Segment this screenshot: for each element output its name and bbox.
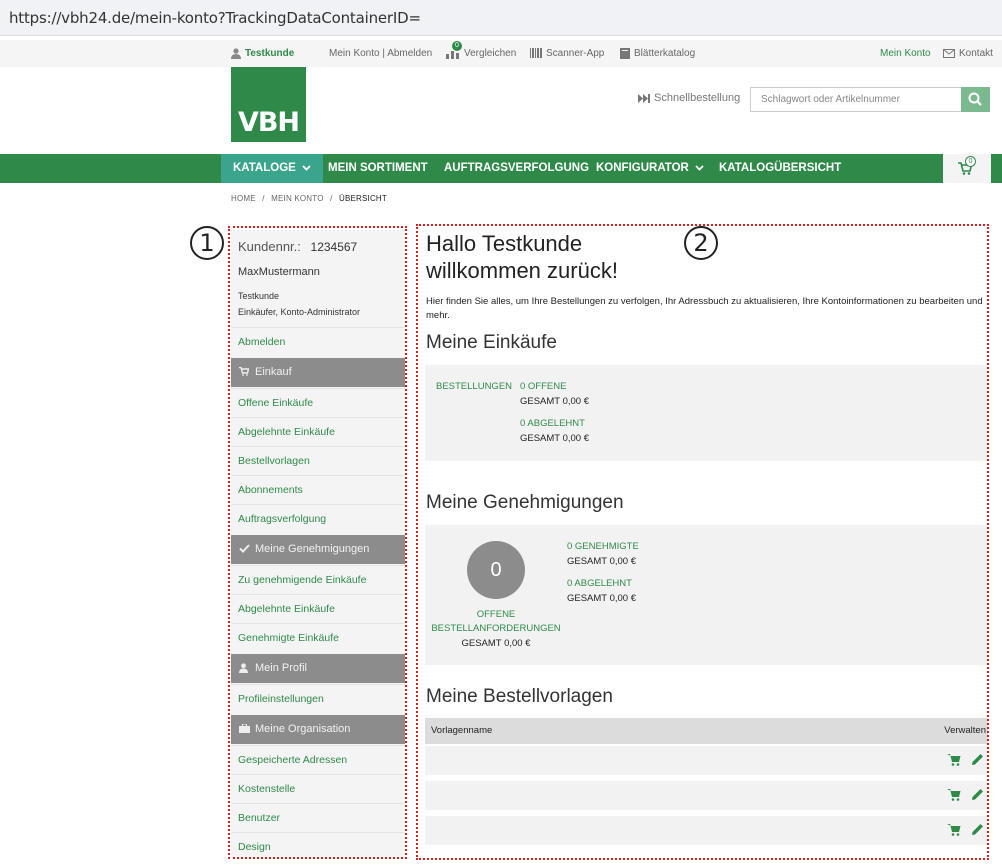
breadcrumb-home[interactable]: HOME xyxy=(231,194,256,203)
annotation-number-2: 2 xyxy=(684,226,718,260)
chevron-down-icon xyxy=(695,165,704,171)
catalog-label: Blätterkatalog xyxy=(634,48,696,60)
annotation-frame-sidebar xyxy=(228,226,407,859)
quick-order-label: Schnellbestellung xyxy=(654,92,741,104)
compare-badge: 0 xyxy=(452,41,462,51)
annotation-number-1: 1 xyxy=(190,226,224,260)
vbh-logo[interactable]: VBH xyxy=(231,67,306,142)
my-account-link[interactable]: Mein Konto xyxy=(880,48,931,59)
user-icon xyxy=(231,48,241,59)
chevron-down-icon xyxy=(302,165,311,171)
nav-konfigurator[interactable]: KONFIGURATOR xyxy=(584,154,716,183)
nav-mein-sortiment[interactable]: MEIN SORTIMENT xyxy=(316,154,440,183)
cart-button[interactable]: 0 xyxy=(943,154,991,183)
quick-order-link[interactable]: Schnellbestellung xyxy=(638,92,740,104)
logo-text: VBH xyxy=(237,107,300,138)
search-box xyxy=(750,87,990,112)
barcode-icon xyxy=(530,48,542,59)
nav-kataloge[interactable]: KATALOGE xyxy=(221,154,324,183)
url-text: https://vbh24.de/mein-konto?TrackingData… xyxy=(9,9,421,27)
book-icon xyxy=(620,48,630,59)
cart-badge: 0 xyxy=(965,156,976,167)
search-button[interactable] xyxy=(961,87,990,112)
nav-konfigurator-label: KONFIGURATOR xyxy=(596,162,689,174)
main-navigation: KATALOGE MEIN SORTIMENT AUFTRAGSVERFOLGU… xyxy=(0,154,1002,183)
search-input[interactable] xyxy=(751,88,963,111)
mail-icon xyxy=(943,48,955,58)
user-name: Testkunde xyxy=(245,48,295,60)
contact-link[interactable]: Kontakt xyxy=(943,48,993,59)
browser-address-bar[interactable]: https://vbh24.de/mein-konto?TrackingData… xyxy=(0,0,1002,36)
fast-forward-icon xyxy=(638,93,650,103)
nav-auftragsverfolgung[interactable]: AUFTRAGSVERFOLGUNG xyxy=(432,154,601,183)
compare-link[interactable]: 0 Vergleichen xyxy=(446,41,517,60)
breadcrumb-separator: / xyxy=(262,194,265,203)
breadcrumb-account[interactable]: MEIN KONTO xyxy=(271,194,324,203)
account-logout-links[interactable]: Mein Konto | Abmelden xyxy=(329,48,432,59)
scanner-label: Scanner-App xyxy=(546,48,605,59)
contact-label: Kontakt xyxy=(959,48,993,59)
user-link[interactable]: Testkunde xyxy=(231,48,294,59)
nav-kataloguebersicht[interactable]: KATALOGÜBERSICHT xyxy=(707,154,853,183)
nav-kataloge-label: KATALOGE xyxy=(233,162,296,174)
breadcrumb-separator: / xyxy=(330,194,333,203)
search-icon xyxy=(968,92,982,106)
breadcrumb: HOME / MEIN KONTO / ÜBERSICHT xyxy=(231,194,387,203)
annotation-frame-main xyxy=(416,224,989,860)
compare-label: Vergleichen xyxy=(464,48,517,60)
utility-bar: Testkunde Mein Konto | Abmelden 0 Vergle… xyxy=(0,40,1002,67)
scanner-app-link[interactable]: Scanner-App xyxy=(530,48,604,59)
catalog-link[interactable]: Blätterkatalog xyxy=(620,48,695,59)
breadcrumb-current: ÜBERSICHT xyxy=(338,194,387,203)
